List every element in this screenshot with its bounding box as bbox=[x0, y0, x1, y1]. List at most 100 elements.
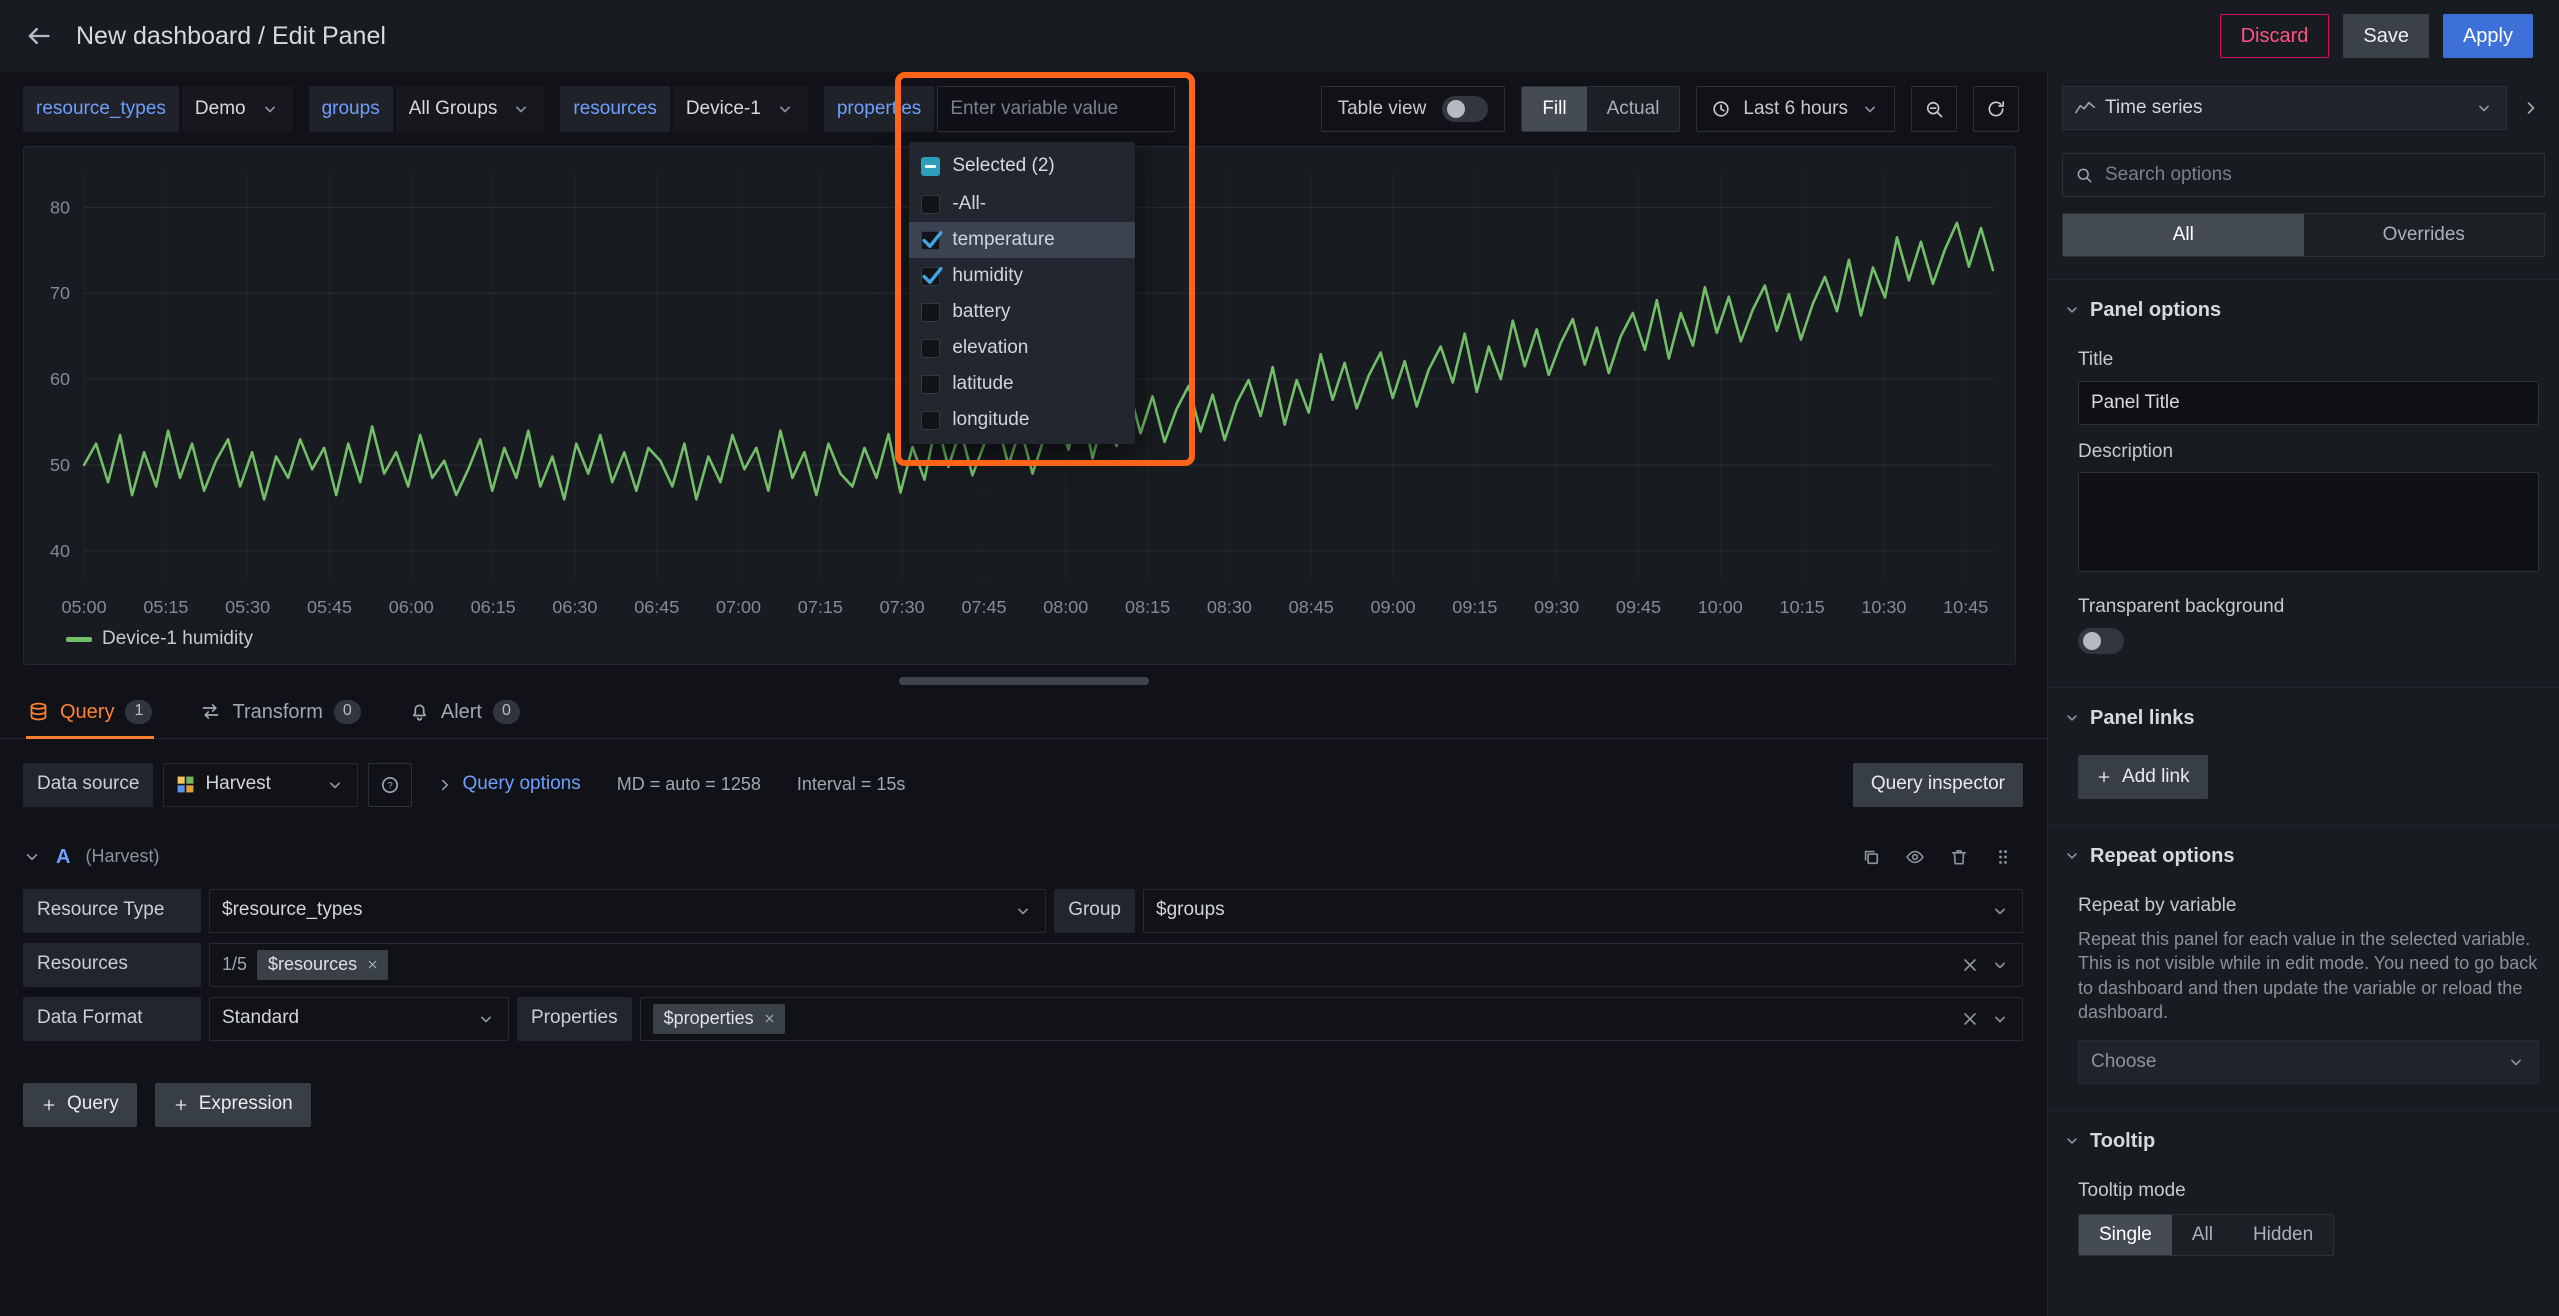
clear-selection-icon[interactable] bbox=[1960, 1009, 1980, 1029]
add-expression-button[interactable]: Expression bbox=[155, 1083, 311, 1127]
section-tooltip: Tooltip Tooltip mode Single All Hidden bbox=[2048, 1110, 2559, 1282]
query-options-toggle[interactable]: Query options bbox=[436, 772, 580, 797]
table-view-toggle[interactable] bbox=[1442, 96, 1488, 122]
options-search-input[interactable] bbox=[2103, 162, 2532, 189]
variable-control-properties: properties Selected (2) bbox=[824, 86, 1176, 132]
caret-down-icon bbox=[1013, 901, 1033, 921]
panel-title-input[interactable] bbox=[2078, 381, 2539, 425]
chevron-down-icon bbox=[2064, 1133, 2080, 1149]
svg-text:70: 70 bbox=[50, 283, 70, 303]
svg-text:09:45: 09:45 bbox=[1616, 597, 1661, 617]
resources-multiselect[interactable]: 1/5 $resources bbox=[209, 943, 2023, 987]
properties-multiselect[interactable]: $properties bbox=[640, 997, 2023, 1041]
caret-down-icon bbox=[1990, 901, 2010, 921]
repeat-options-header[interactable]: Repeat options bbox=[2048, 826, 2559, 879]
interval-info: Interval = 15s bbox=[797, 773, 906, 796]
variable-value-dropdown[interactable]: Demo bbox=[182, 86, 293, 132]
dropdown-selected-header[interactable]: Selected (2) bbox=[909, 146, 1135, 186]
add-link-button[interactable]: Add link bbox=[2078, 755, 2208, 799]
discard-button[interactable]: Discard bbox=[2220, 14, 2330, 58]
svg-text:50: 50 bbox=[50, 455, 70, 475]
svg-text:09:15: 09:15 bbox=[1452, 597, 1497, 617]
title-label: Title bbox=[2078, 348, 2539, 373]
collapse-options-pane-button[interactable] bbox=[2511, 85, 2551, 131]
variable-value-dropdown[interactable]: All Groups bbox=[396, 86, 545, 132]
refresh-button[interactable] bbox=[1973, 86, 2019, 132]
apply-button[interactable]: Apply bbox=[2443, 14, 2533, 58]
transparent-background-label: Transparent background bbox=[2078, 595, 2539, 620]
fill-option[interactable]: Fill bbox=[1522, 87, 1586, 131]
panel-links-header[interactable]: Panel links bbox=[2048, 688, 2559, 741]
page-title: New dashboard / Edit Panel bbox=[76, 20, 386, 53]
query-inspector-button[interactable]: Query inspector bbox=[1853, 763, 2023, 807]
datasource-picker[interactable]: Harvest bbox=[163, 763, 358, 807]
duplicate-query-icon[interactable] bbox=[1861, 847, 1881, 867]
chevron-down-icon bbox=[2064, 848, 2080, 864]
back-button[interactable] bbox=[20, 18, 56, 54]
add-query-button[interactable]: Query bbox=[23, 1083, 137, 1127]
svg-text:10:15: 10:15 bbox=[1780, 597, 1825, 617]
tab-overrides[interactable]: Overrides bbox=[2304, 214, 2545, 256]
dropdown-option-label: humidity bbox=[952, 264, 1023, 289]
description-label: Description bbox=[2078, 440, 2539, 465]
collapse-query-icon[interactable] bbox=[23, 848, 41, 866]
tooltip-mode-hidden[interactable]: Hidden bbox=[2233, 1215, 2333, 1255]
chevron-right-icon bbox=[436, 776, 454, 794]
panel-options-header[interactable]: Panel options bbox=[2048, 280, 2559, 333]
add-query-label: Query bbox=[67, 1092, 119, 1117]
tab-all[interactable]: All bbox=[2063, 214, 2304, 256]
caret-down-icon bbox=[476, 1009, 496, 1029]
add-link-label: Add link bbox=[2122, 765, 2190, 790]
tab-alert[interactable]: Alert 0 bbox=[407, 699, 522, 738]
data-format-select[interactable]: Standard bbox=[209, 997, 509, 1041]
variable-value-dropdown[interactable]: Device-1 bbox=[673, 86, 808, 132]
resources-count: 1/5 bbox=[222, 953, 247, 976]
variable-label: properties bbox=[824, 86, 935, 132]
dropdown-option[interactable]: longitude bbox=[909, 402, 1135, 438]
svg-text:08:15: 08:15 bbox=[1125, 597, 1170, 617]
options-filter-tabs: All Overrides bbox=[2062, 213, 2545, 257]
group-value: $groups bbox=[1156, 898, 1225, 923]
tab-transform[interactable]: Transform 0 bbox=[198, 699, 362, 738]
drag-handle-icon[interactable] bbox=[1993, 847, 2013, 867]
actual-option[interactable]: Actual bbox=[1587, 87, 1680, 131]
transparent-background-toggle[interactable] bbox=[2078, 628, 2124, 654]
zoom-out-button[interactable] bbox=[1911, 86, 1957, 132]
panel-resize-handle[interactable] bbox=[899, 677, 1149, 685]
query-options-label: Query options bbox=[462, 772, 580, 797]
visualization-picker[interactable]: Time series bbox=[2062, 86, 2507, 130]
dropdown-option[interactable]: elevation bbox=[909, 330, 1135, 366]
dropdown-option[interactable]: temperature bbox=[909, 222, 1135, 258]
remove-chip-icon[interactable] bbox=[763, 1012, 776, 1025]
dropdown-option[interactable]: -All- bbox=[909, 186, 1135, 222]
resources-chip: $resources bbox=[257, 950, 388, 980]
svg-text:60: 60 bbox=[50, 369, 70, 389]
variable-value-input[interactable] bbox=[937, 86, 1175, 132]
tab-query-count: 1 bbox=[125, 700, 152, 724]
time-range-picker[interactable]: Last 6 hours bbox=[1696, 86, 1895, 132]
repeat-variable-select[interactable]: Choose bbox=[2078, 1040, 2539, 1084]
tab-query[interactable]: Query 1 bbox=[26, 699, 154, 738]
query-actions bbox=[1861, 847, 2023, 867]
resource-type-select[interactable]: $resource_types bbox=[209, 889, 1046, 933]
dropdown-option[interactable]: humidity bbox=[909, 258, 1135, 294]
hide-query-icon[interactable] bbox=[1905, 847, 1925, 867]
table-view-control: Table view bbox=[1321, 86, 1506, 132]
tooltip-mode-all[interactable]: All bbox=[2172, 1215, 2233, 1255]
properties-chip-label: $properties bbox=[664, 1007, 754, 1030]
group-select[interactable]: $groups bbox=[1143, 889, 2023, 933]
caret-down-icon bbox=[2506, 1052, 2526, 1072]
chart-legend[interactable]: Device-1 humidity bbox=[32, 627, 2007, 660]
delete-query-icon[interactable] bbox=[1949, 847, 1969, 867]
harvest-datasource-icon bbox=[176, 775, 195, 794]
remove-chip-icon[interactable] bbox=[366, 958, 379, 971]
datasource-help-button[interactable]: ? bbox=[368, 763, 412, 807]
dropdown-option[interactable]: battery bbox=[909, 294, 1135, 330]
caret-down-icon bbox=[260, 99, 280, 119]
clear-selection-icon[interactable] bbox=[1960, 955, 1980, 975]
panel-description-input[interactable] bbox=[2078, 472, 2539, 572]
dropdown-option[interactable]: latitude bbox=[909, 366, 1135, 402]
save-button[interactable]: Save bbox=[2343, 14, 2429, 58]
tooltip-mode-single[interactable]: Single bbox=[2079, 1215, 2172, 1255]
tooltip-header[interactable]: Tooltip bbox=[2048, 1111, 2559, 1164]
